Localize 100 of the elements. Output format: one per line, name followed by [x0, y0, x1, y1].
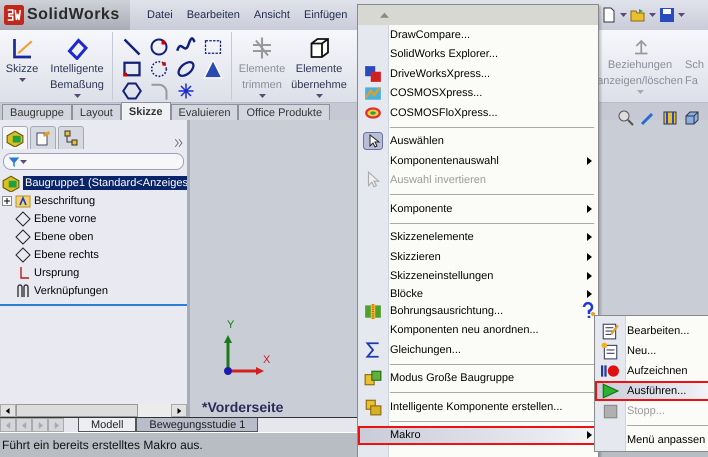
- next-icon: [52, 422, 60, 428]
- next-icon: [36, 422, 44, 428]
- menu-item[interactable]: Komponentenauswahl: [358, 151, 598, 170]
- menu-item[interactable]: Bohrungsausrichtung...: [358, 301, 598, 320]
- tree-item[interactable]: Ebene oben: [34, 231, 94, 243]
- study-tab[interactable]: Modell: [78, 418, 136, 432]
- point-icon: [176, 81, 196, 101]
- scroll-up-icon: [380, 10, 389, 20]
- blocks-icon: [364, 398, 382, 416]
- open-folder-icon: [630, 7, 646, 23]
- menu-item[interactable]: Einfügen: [296, 9, 354, 21]
- fillet-icon: [148, 81, 168, 101]
- ribbon-button[interactable]: Elemente übernehme: [290, 30, 348, 102]
- ribbon-button[interactable]: Skizze: [0, 30, 44, 102]
- menu-item[interactable]: Ansicht: [246, 9, 297, 21]
- menu-item[interactable]: Gleichungen...: [358, 340, 598, 360]
- menu-item[interactable]: Bearbeiten: [180, 9, 247, 21]
- menu-item[interactable]: Neu...: [595, 341, 708, 361]
- menu-item[interactable]: Komponenten neu anordnen...: [358, 320, 598, 340]
- tree-item[interactable]: Ebene rechts: [34, 249, 99, 261]
- scroll-left-icon: [5, 408, 11, 414]
- pointer-icon: [363, 132, 383, 150]
- plane-icon: [15, 211, 31, 227]
- status-text: Führt ein bereits erstelltes Makro aus.: [2, 438, 203, 452]
- ribbon-button[interactable]: Intelligente Bemaßung: [44, 30, 110, 102]
- chevron-right-icon: [173, 137, 185, 149]
- axis-label: X: [263, 354, 270, 366]
- menu-item[interactable]: DriveWorksXpress...: [358, 64, 598, 84]
- command-tab[interactable]: Evaluieren: [170, 104, 238, 120]
- stop-icon: [601, 402, 619, 420]
- logo-icon: [4, 5, 24, 25]
- squares-icon: [364, 64, 382, 83]
- panel-tab[interactable]: [2, 126, 28, 149]
- axis-label: Y: [227, 319, 234, 331]
- plane-icon: [15, 229, 31, 245]
- previous-icon: [4, 422, 12, 428]
- assembly-icon: [2, 174, 20, 192]
- rectangle-icon: [122, 59, 142, 79]
- menu-item[interactable]: Modus Große Baugruppe: [358, 368, 598, 388]
- tree-item[interactable]: Verknüpfungen: [34, 285, 108, 297]
- circle-icon: [148, 37, 168, 57]
- tree-item[interactable]: Beschriftung: [34, 195, 96, 207]
- line-icon: [122, 37, 142, 57]
- command-tab[interactable]: Skizze: [120, 102, 170, 120]
- menu-item[interactable]: DrawCompare...: [358, 25, 598, 44]
- menu-item[interactable]: Aufzeichnen: [595, 361, 708, 381]
- property-icon: [35, 130, 51, 146]
- assembly-icon: [6, 129, 24, 147]
- menu-item[interactable]: Skizzieren: [358, 247, 598, 266]
- app-logo: SolidWorks: [0, 0, 130, 30]
- menu-item[interactable]: COSMOSXpress...: [358, 84, 598, 103]
- view-cube-icon: [684, 110, 700, 126]
- previous-icon: [20, 422, 28, 428]
- filter-field[interactable]: [3, 153, 184, 170]
- caret-icon[interactable]: [258, 94, 266, 98]
- filter-icon: [8, 156, 20, 168]
- triangle-icon: [202, 59, 222, 79]
- paperclip-icon: [15, 283, 31, 299]
- tree-item[interactable]: Ebene vorne: [34, 213, 96, 225]
- menu-item[interactable]: Intelligente Komponente erstellen...: [358, 397, 598, 416]
- menu-item[interactable]: Auswählen: [358, 132, 598, 151]
- menu-item[interactable]: Datei: [140, 9, 180, 21]
- ellipse-icon: [176, 59, 196, 79]
- command-tab[interactable]: Layout: [72, 104, 121, 120]
- command-tab[interactable]: Baugruppe: [2, 104, 72, 120]
- scroll-right-icon: [176, 408, 182, 414]
- command-tab[interactable]: Office Produkte: [238, 104, 330, 120]
- view-name: *Vorderseite: [202, 399, 284, 415]
- zoom-icon: [618, 110, 634, 126]
- caret-icon[interactable]: [649, 13, 656, 17]
- menu-item[interactable]: Skizzeneinstellungen: [358, 266, 598, 286]
- caret-icon[interactable]: [20, 160, 27, 164]
- caret-icon[interactable]: [678, 13, 685, 17]
- menu-item[interactable]: COSMOSFloXpress...: [358, 103, 598, 122]
- caret-icon[interactable]: [18, 78, 26, 82]
- plane-icon: [15, 247, 31, 263]
- menu-item[interactable]: SolidWorks Explorer...: [358, 44, 598, 64]
- menu-item[interactable]: Komponente: [358, 199, 598, 218]
- menu-item[interactable]: Menü anpassen: [595, 430, 708, 450]
- folder-icon: [15, 193, 31, 209]
- menu-item[interactable]: Ausführen...: [595, 381, 708, 401]
- panel-tab[interactable]: [58, 126, 84, 149]
- panel-tab[interactable]: [30, 126, 56, 149]
- polygon-icon: [122, 81, 142, 101]
- tree-item[interactable]: Ursprung: [34, 267, 80, 279]
- horizontal-scrollbar[interactable]: [0, 404, 187, 417]
- document-icon: [601, 342, 619, 360]
- caret-icon[interactable]: [74, 94, 80, 98]
- study-tab[interactable]: Bewegungsstudie 1: [136, 418, 258, 432]
- menu-item[interactable]: Skizzenelemente: [358, 228, 598, 247]
- menu-item[interactable]: Blöcke: [358, 286, 598, 301]
- new-document-icon: [601, 7, 617, 23]
- expand-icon[interactable]: [2, 196, 12, 206]
- caret-icon[interactable]: [316, 94, 322, 98]
- caret-icon[interactable]: [620, 13, 627, 17]
- menu-item[interactable]: Bearbeiten...: [595, 321, 708, 341]
- play-icon: [601, 382, 619, 400]
- dashed-rectangle-icon: [202, 37, 222, 57]
- hierarchy-icon: [63, 130, 79, 146]
- dashed-circle-icon: [150, 60, 168, 78]
